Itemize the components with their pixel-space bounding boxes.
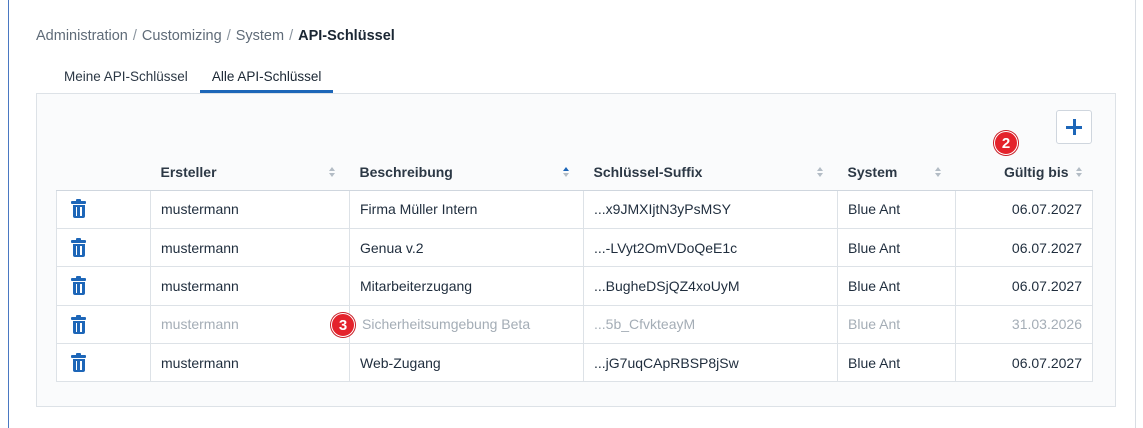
trash-icon[interactable]: [71, 352, 86, 372]
cell-system: Blue Ant: [837, 227, 956, 268]
cell-creator: mustermann: [150, 189, 350, 229]
tab-all-api-keys[interactable]: Alle API-Schlüssel: [199, 64, 334, 93]
table-row: mustermann Firma Müller Intern ...x9JMXI…: [56, 189, 1093, 229]
cell-system: Blue Ant: [837, 266, 956, 306]
breadcrumb-separator: /: [132, 28, 137, 44]
column-header-suffix[interactable]: Schlüssel-Suffix: [583, 154, 838, 191]
annotation-badge-2: 2: [994, 131, 1018, 155]
row-actions: [56, 343, 151, 383]
table-row-inactive: mustermann Sicherheitsumgebung Beta ...5…: [56, 304, 1093, 345]
table-header-row: Ersteller Beschreibung Schlüssel-Suffix …: [56, 154, 1093, 191]
cell-description: Web-Zugang: [349, 343, 584, 383]
cell-suffix: ...jG7uqCApRBSP8jSw: [583, 343, 838, 383]
cell-suffix: ...-LVyt2OmVDoQeE1c: [583, 227, 838, 268]
sort-ascending-icon[interactable]: [562, 166, 570, 178]
plus-icon: [1066, 119, 1082, 135]
api-keys-panel: 2 Ersteller Beschreibung Schlüssel-Suffi…: [36, 93, 1116, 407]
trash-icon[interactable]: [71, 237, 86, 257]
trash-icon[interactable]: [71, 199, 86, 219]
cell-valid-until: 31.03.2026: [955, 304, 1093, 345]
cell-valid-until: 06.07.2027: [955, 227, 1093, 268]
breadcrumb: Administration / Customizing / System / API-Sc…: [36, 28, 395, 44]
cell-valid-until: 06.07.2027: [955, 343, 1093, 383]
tab-bar: Meine API-Schlüssel Alle API-Schlüssel: [52, 64, 334, 93]
sort-icon[interactable]: [1075, 166, 1083, 178]
table-row: mustermann Web-Zugang ...jG7uqCApRBSP8jS…: [56, 343, 1093, 383]
row-actions: [56, 227, 151, 268]
row-actions: [56, 266, 151, 306]
column-header-creator-label: Ersteller: [160, 163, 217, 180]
column-header-system-label: System: [847, 163, 898, 180]
column-header-system[interactable]: System: [837, 154, 956, 191]
sort-icon[interactable]: [328, 166, 336, 178]
column-header-description-label: Beschreibung: [359, 163, 453, 180]
breadcrumb-separator: /: [289, 28, 294, 44]
cell-system: Blue Ant: [837, 189, 956, 229]
cell-valid-until: 06.07.2027: [955, 189, 1093, 229]
cell-creator: mustermann: [150, 343, 350, 383]
app-frame: Administration / Customizing / System / API-Sc…: [8, 0, 1136, 428]
trash-icon[interactable]: [71, 314, 86, 334]
column-header-valid-until-label: Gültig bis: [1003, 163, 1069, 180]
column-header-description[interactable]: Beschreibung: [349, 154, 584, 191]
api-keys-table: Ersteller Beschreibung Schlüssel-Suffix …: [56, 154, 1093, 383]
cell-creator: mustermann: [150, 304, 350, 345]
sort-icon[interactable]: [816, 166, 824, 178]
cell-description: Sicherheitsumgebung Beta: [349, 304, 584, 345]
cell-suffix: ...x9JMXIjtN3yPsMSY: [583, 189, 838, 229]
cell-valid-until: 06.07.2027: [955, 266, 1093, 306]
row-actions: [56, 304, 151, 345]
trash-icon[interactable]: [71, 276, 86, 296]
column-header-suffix-label: Schlüssel-Suffix: [593, 163, 703, 180]
cell-suffix: ...BugheDSjQZ4xoUyM: [583, 266, 838, 306]
cell-system: Blue Ant: [837, 343, 956, 383]
cell-suffix: ...5b_CfvkteayM: [583, 304, 838, 345]
tab-my-api-keys[interactable]: Meine API-Schlüssel: [52, 64, 200, 93]
column-header-creator[interactable]: Ersteller: [150, 154, 350, 191]
cell-system: Blue Ant: [837, 304, 956, 345]
annotation-badge-3: 3: [331, 313, 355, 337]
column-header-valid-until[interactable]: Gültig bis: [955, 154, 1093, 191]
table-row: mustermann Mitarbeiterzugang ...BugheDSj…: [56, 266, 1093, 306]
cell-description: Firma Müller Intern: [349, 189, 584, 229]
breadcrumb-separator: /: [226, 28, 231, 44]
add-api-key-button[interactable]: [1056, 110, 1092, 144]
breadcrumb-item-system[interactable]: System: [236, 28, 284, 44]
row-actions: [56, 189, 151, 229]
cell-description: Genua v.2: [349, 227, 584, 268]
sort-icon[interactable]: [934, 166, 942, 178]
cell-creator: mustermann: [150, 227, 350, 268]
table-row: mustermann Genua v.2 ...-LVyt2OmVDoQeE1c…: [56, 227, 1093, 268]
cell-description: Mitarbeiterzugang: [349, 266, 584, 306]
breadcrumb-item-administration[interactable]: Administration: [36, 28, 128, 44]
breadcrumb-current: API-Schlüssel: [298, 28, 395, 44]
column-header-actions: [56, 154, 151, 191]
breadcrumb-item-customizing[interactable]: Customizing: [142, 28, 222, 44]
cell-creator: mustermann: [150, 266, 350, 306]
